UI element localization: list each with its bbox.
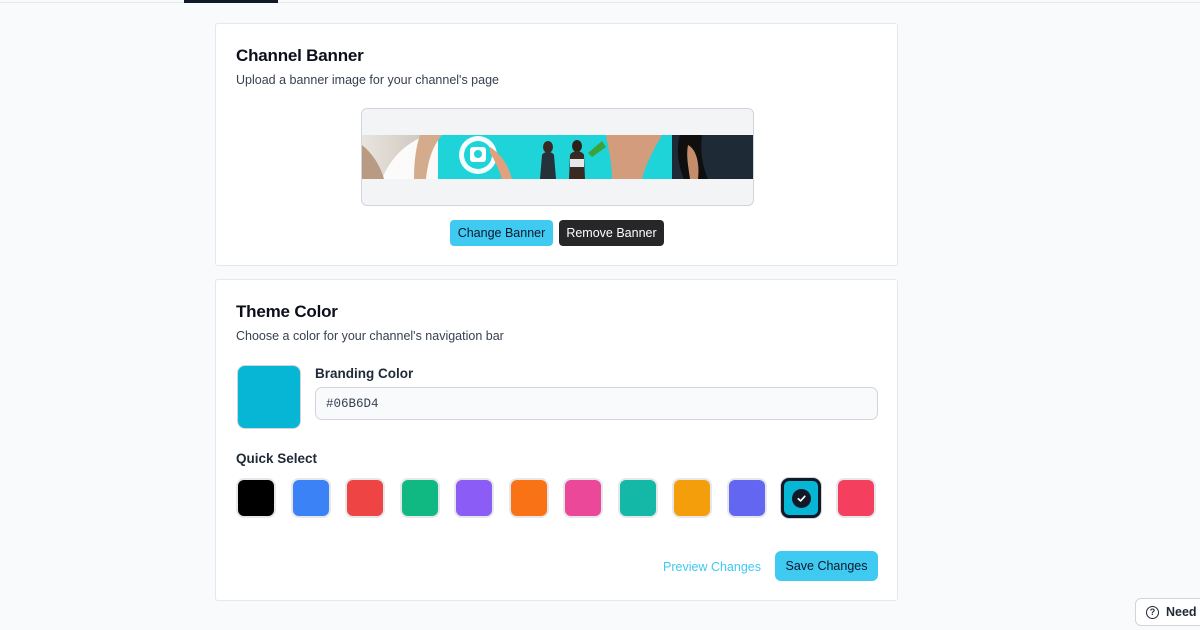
help-widget[interactable]: ? Need h [1135,598,1200,626]
branding-color-label: Branding Color [315,366,414,381]
banner-section-description: Upload a banner image for your channel's… [236,73,499,87]
quick-select-label: Quick Select [236,451,318,466]
color-swatch[interactable] [399,478,440,518]
question-circle-icon: ? [1146,605,1159,619]
save-changes-button[interactable]: Save Changes [775,551,878,581]
change-banner-button[interactable]: Change Banner [450,220,553,246]
preview-changes-button[interactable]: Preview Changes [661,552,763,582]
banner-image [362,135,753,179]
color-swatch[interactable] [781,478,821,518]
quick-select-swatches [236,478,876,522]
color-swatch[interactable] [454,478,494,518]
color-swatch[interactable] [617,478,658,518]
current-color-preview[interactable] [237,365,301,429]
help-label: Need h [1166,605,1200,619]
color-swatch[interactable] [672,478,712,518]
color-swatch[interactable] [563,478,603,518]
active-tab-indicator [184,0,278,3]
top-divider [0,0,1200,3]
banner-image-art [362,135,753,179]
banner-section-title: Channel Banner [236,46,364,65]
channel-banner-card: Channel Banner Upload a banner image for… [215,23,898,266]
hex-color-input[interactable] [315,387,878,420]
color-swatch[interactable] [508,478,549,518]
color-swatch[interactable] [290,478,331,518]
remove-banner-button[interactable]: Remove Banner [559,220,664,246]
theme-section-title: Theme Color [236,302,338,321]
check-icon [791,488,811,508]
theme-color-card: Theme Color Choose a color for your chan… [215,279,898,601]
color-swatch[interactable] [345,478,385,518]
banner-preview-frame [361,108,754,206]
theme-section-description: Choose a color for your channel's naviga… [236,329,504,343]
color-swatch[interactable] [236,478,276,518]
color-swatch[interactable] [835,478,876,518]
color-swatch[interactable] [726,478,767,518]
